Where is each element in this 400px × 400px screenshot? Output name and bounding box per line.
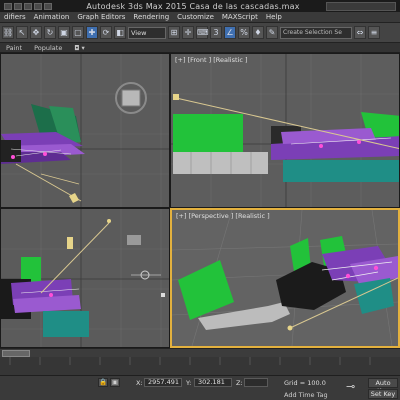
viewport-top-left-scene xyxy=(1,54,169,207)
viewport-perspective-scene xyxy=(172,210,398,346)
grid-size-readout: Grid = 100.0 xyxy=(284,379,326,387)
viewport-left[interactable] xyxy=(0,208,170,348)
menu-bar: difiers Animation Graph Editors Renderin… xyxy=(0,12,400,23)
time-slider[interactable] xyxy=(0,348,400,357)
mirror-icon[interactable]: ⇔ xyxy=(354,26,366,39)
open-file-icon[interactable] xyxy=(14,2,22,10)
menu-rendering[interactable]: Rendering xyxy=(129,13,173,21)
menu-graph-editors[interactable]: Graph Editors xyxy=(73,13,129,21)
pivot-icon[interactable]: ⊞ xyxy=(168,26,180,39)
time-slider-handle[interactable] xyxy=(2,350,30,357)
viewport-front-scene xyxy=(171,54,399,207)
align-icon[interactable]: ≡ xyxy=(368,26,380,39)
link-icon[interactable]: ⛓ xyxy=(2,26,14,39)
new-file-icon[interactable] xyxy=(4,2,12,10)
viewport-top-left[interactable] xyxy=(0,53,170,208)
spinner-snap-icon[interactable]: ♦ xyxy=(252,26,264,39)
menu-maxscript[interactable]: MAXScript xyxy=(218,13,262,21)
move-icon[interactable]: ✥ xyxy=(30,26,42,39)
y-coordinate-field[interactable]: 302.181 xyxy=(194,378,232,387)
reference-coordinate-dropdown[interactable]: View xyxy=(128,26,166,39)
viewport-front[interactable]: [+] [Front ] [Realistic ] xyxy=(170,53,400,208)
angle-snap-icon[interactable]: ∠ xyxy=(224,26,236,39)
ribbon-tab-paint[interactable]: Paint xyxy=(0,44,28,52)
auto-key-button[interactable]: Auto Key xyxy=(368,378,398,395)
z-coordinate-field[interactable] xyxy=(244,378,268,387)
snap-3d-icon[interactable]: 3 xyxy=(210,26,222,39)
scale-icon[interactable]: ▣ xyxy=(58,26,70,39)
named-selection-set-field[interactable]: Create Selection Se xyxy=(280,26,352,39)
menu-modifiers[interactable]: difiers xyxy=(0,13,30,21)
y-label: Y: xyxy=(186,379,192,387)
set-key-button[interactable]: Set Key xyxy=(368,389,398,399)
x-coordinate-field[interactable]: 2957.491 xyxy=(144,378,182,387)
quick-access-toolbar xyxy=(4,2,60,10)
edit-named-selection-icon[interactable]: ✎ xyxy=(266,26,278,39)
viewport-label[interactable]: [+] [Front ] [Realistic ] xyxy=(175,56,248,64)
menu-animation[interactable]: Animation xyxy=(30,13,74,21)
track-bar-ticks xyxy=(9,357,371,365)
absolute-mode-icon[interactable]: ▣ xyxy=(110,378,120,387)
ribbon-toggle-icon[interactable]: ◘ ▾ xyxy=(68,44,90,52)
search-field[interactable] xyxy=(326,1,396,11)
add-time-tag[interactable]: Add Time Tag xyxy=(284,391,328,399)
ribbon-tab-populate[interactable]: Populate xyxy=(28,44,68,52)
z-label: Z: xyxy=(236,379,243,387)
percent-snap-icon[interactable]: % xyxy=(238,26,250,39)
keyboard-shortcut-icon[interactable]: ⌨ xyxy=(196,26,209,39)
x-label: X: xyxy=(136,379,143,387)
track-bar[interactable] xyxy=(0,357,400,375)
redo-icon[interactable] xyxy=(44,2,52,10)
viewport-perspective[interactable]: [+] [Perspective ] [Realistic ] xyxy=(170,208,400,348)
viewport-label[interactable]: [+] [Perspective ] [Realistic ] xyxy=(176,212,270,220)
viewport-left-scene xyxy=(1,209,169,347)
select-move-icon[interactable]: ✚ xyxy=(86,26,98,39)
menu-help[interactable]: Help xyxy=(262,13,286,21)
select-manipulate-icon[interactable]: ✛ xyxy=(182,26,194,39)
title-bar: Autodesk 3ds Max 2015 Casa de las cascad… xyxy=(0,0,400,12)
window-crossing-icon[interactable]: ▢ xyxy=(72,26,84,39)
key-icon[interactable]: ⊸ xyxy=(346,381,364,393)
status-bar: 🔒 ▣ X: 2957.491 Y: 302.181 Z: Grid = 100… xyxy=(0,375,400,400)
select-scale-icon[interactable]: ◧ xyxy=(114,26,126,39)
window-title: Autodesk 3ds Max 2015 Casa de las cascad… xyxy=(86,1,300,11)
menu-customize[interactable]: Customize xyxy=(173,13,218,21)
undo-icon[interactable] xyxy=(34,2,42,10)
selection-lock-icon[interactable]: 🔒 xyxy=(98,378,108,387)
save-file-icon[interactable] xyxy=(24,2,32,10)
main-toolbar: ⛓ ↖ ✥ ↻ ▣ ▢ ✚ ⟳ ◧ View ⊞ ✛ ⌨ 3 ∠ % ♦ ✎ C… xyxy=(0,23,400,43)
ribbon: Paint Populate ◘ ▾ xyxy=(0,43,400,53)
select-object-icon[interactable]: ↖ xyxy=(16,26,28,39)
rotate-icon[interactable]: ↻ xyxy=(44,26,56,39)
select-rotate-icon[interactable]: ⟳ xyxy=(100,26,112,39)
